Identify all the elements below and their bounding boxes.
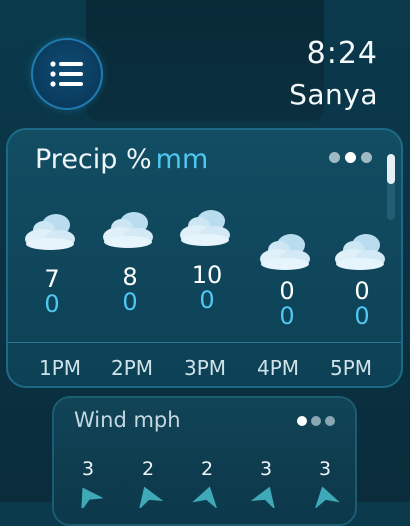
clock-time: 8:24 (306, 36, 378, 71)
precip-percent: 0 (279, 277, 295, 305)
wind-arrow-icon (192, 486, 222, 510)
card-title-unit: mm (155, 144, 209, 175)
precip-amount: 0 (44, 290, 60, 318)
precip-percent: 0 (354, 277, 370, 305)
scrollbar-thumb[interactable] (387, 154, 395, 184)
precip-percent: 10 (191, 261, 223, 289)
divider (8, 342, 401, 343)
wind-card[interactable]: Wind mph 3 2 2 3 3 (52, 396, 357, 526)
city-name: Sanya (289, 78, 378, 111)
cloud-icon (103, 212, 153, 248)
cloud-icon (25, 214, 75, 250)
hour-label: 4PM (256, 356, 300, 380)
wind-arrow-icon (310, 486, 340, 510)
precip-values: 00 (257, 278, 317, 328)
hour-label: 5PM (329, 356, 373, 380)
cloud-icon (260, 234, 310, 270)
cloud-icon (180, 210, 230, 246)
page-dot (361, 152, 372, 163)
hour-label: 1PM (38, 356, 82, 380)
wind-arrow-icon (73, 486, 104, 512)
wind-arrow-icon (250, 486, 281, 510)
page-dot-active (297, 416, 307, 426)
list-icon (50, 61, 83, 87)
wind-speed: 3 (318, 458, 332, 480)
menu-button[interactable] (31, 38, 103, 110)
precip-amount: 0 (354, 302, 370, 330)
wind-speed: 2 (200, 458, 214, 480)
cloud-icon (20, 210, 80, 252)
page-dot (329, 152, 340, 163)
cloud-icon (335, 234, 385, 270)
precip-values: 00 (332, 278, 392, 328)
page-dot-active (345, 152, 356, 163)
wind-speed: 2 (141, 458, 155, 480)
cloud-icon (175, 206, 235, 248)
wind-speed: 3 (81, 458, 95, 480)
page-indicator[interactable] (329, 152, 372, 163)
hour-label: 3PM (183, 356, 227, 380)
wind-arrow-icon (133, 486, 164, 510)
cloud-icon (330, 230, 390, 272)
cloud-icon (255, 230, 315, 272)
precip-values: 10 0 (177, 262, 237, 312)
page-dot (311, 416, 321, 426)
cloud-icon (98, 208, 158, 250)
wind-card-title: Wind mph (74, 408, 181, 432)
precipitation-card[interactable]: Precip % mm 7 0 1PM 8 0 2PM 10 0 3PM 0 0 4PM 0 0 5PM (6, 128, 403, 388)
precip-values: 70 (22, 266, 82, 316)
page-dot (325, 416, 335, 426)
card-title-label: Precip % (35, 144, 152, 175)
precip-amount: 0 (122, 288, 138, 316)
hour-label: 2PM (110, 356, 154, 380)
precip-values: 80 (100, 264, 160, 314)
precip-percent: 8 (122, 263, 138, 291)
wind-speed: 3 (259, 458, 273, 480)
card-title: Precip % mm (35, 144, 208, 175)
precip-amount: 0 (199, 286, 215, 314)
precip-amount: 0 (279, 302, 295, 330)
precip-percent: 7 (44, 265, 60, 293)
page-indicator[interactable] (297, 416, 335, 426)
